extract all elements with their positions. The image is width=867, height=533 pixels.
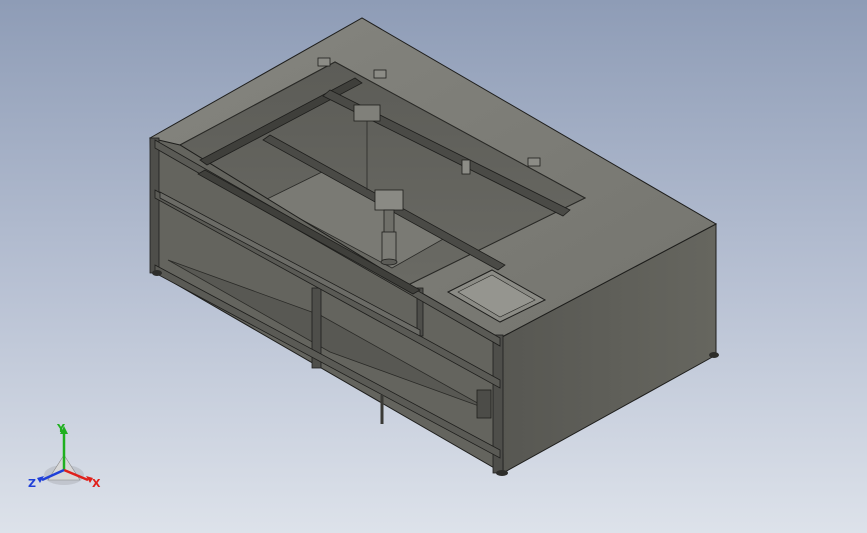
cad-viewport[interactable]: Y X Z [0, 0, 867, 533]
orientation-triad: Y X Z [28, 422, 101, 490]
y-axis-label: Y [56, 422, 66, 435]
side-component [476, 389, 492, 419]
z-axis-label: Z [28, 477, 36, 490]
machine-3d-model[interactable] [0, 0, 867, 533]
x-axis-label: X [92, 477, 101, 490]
